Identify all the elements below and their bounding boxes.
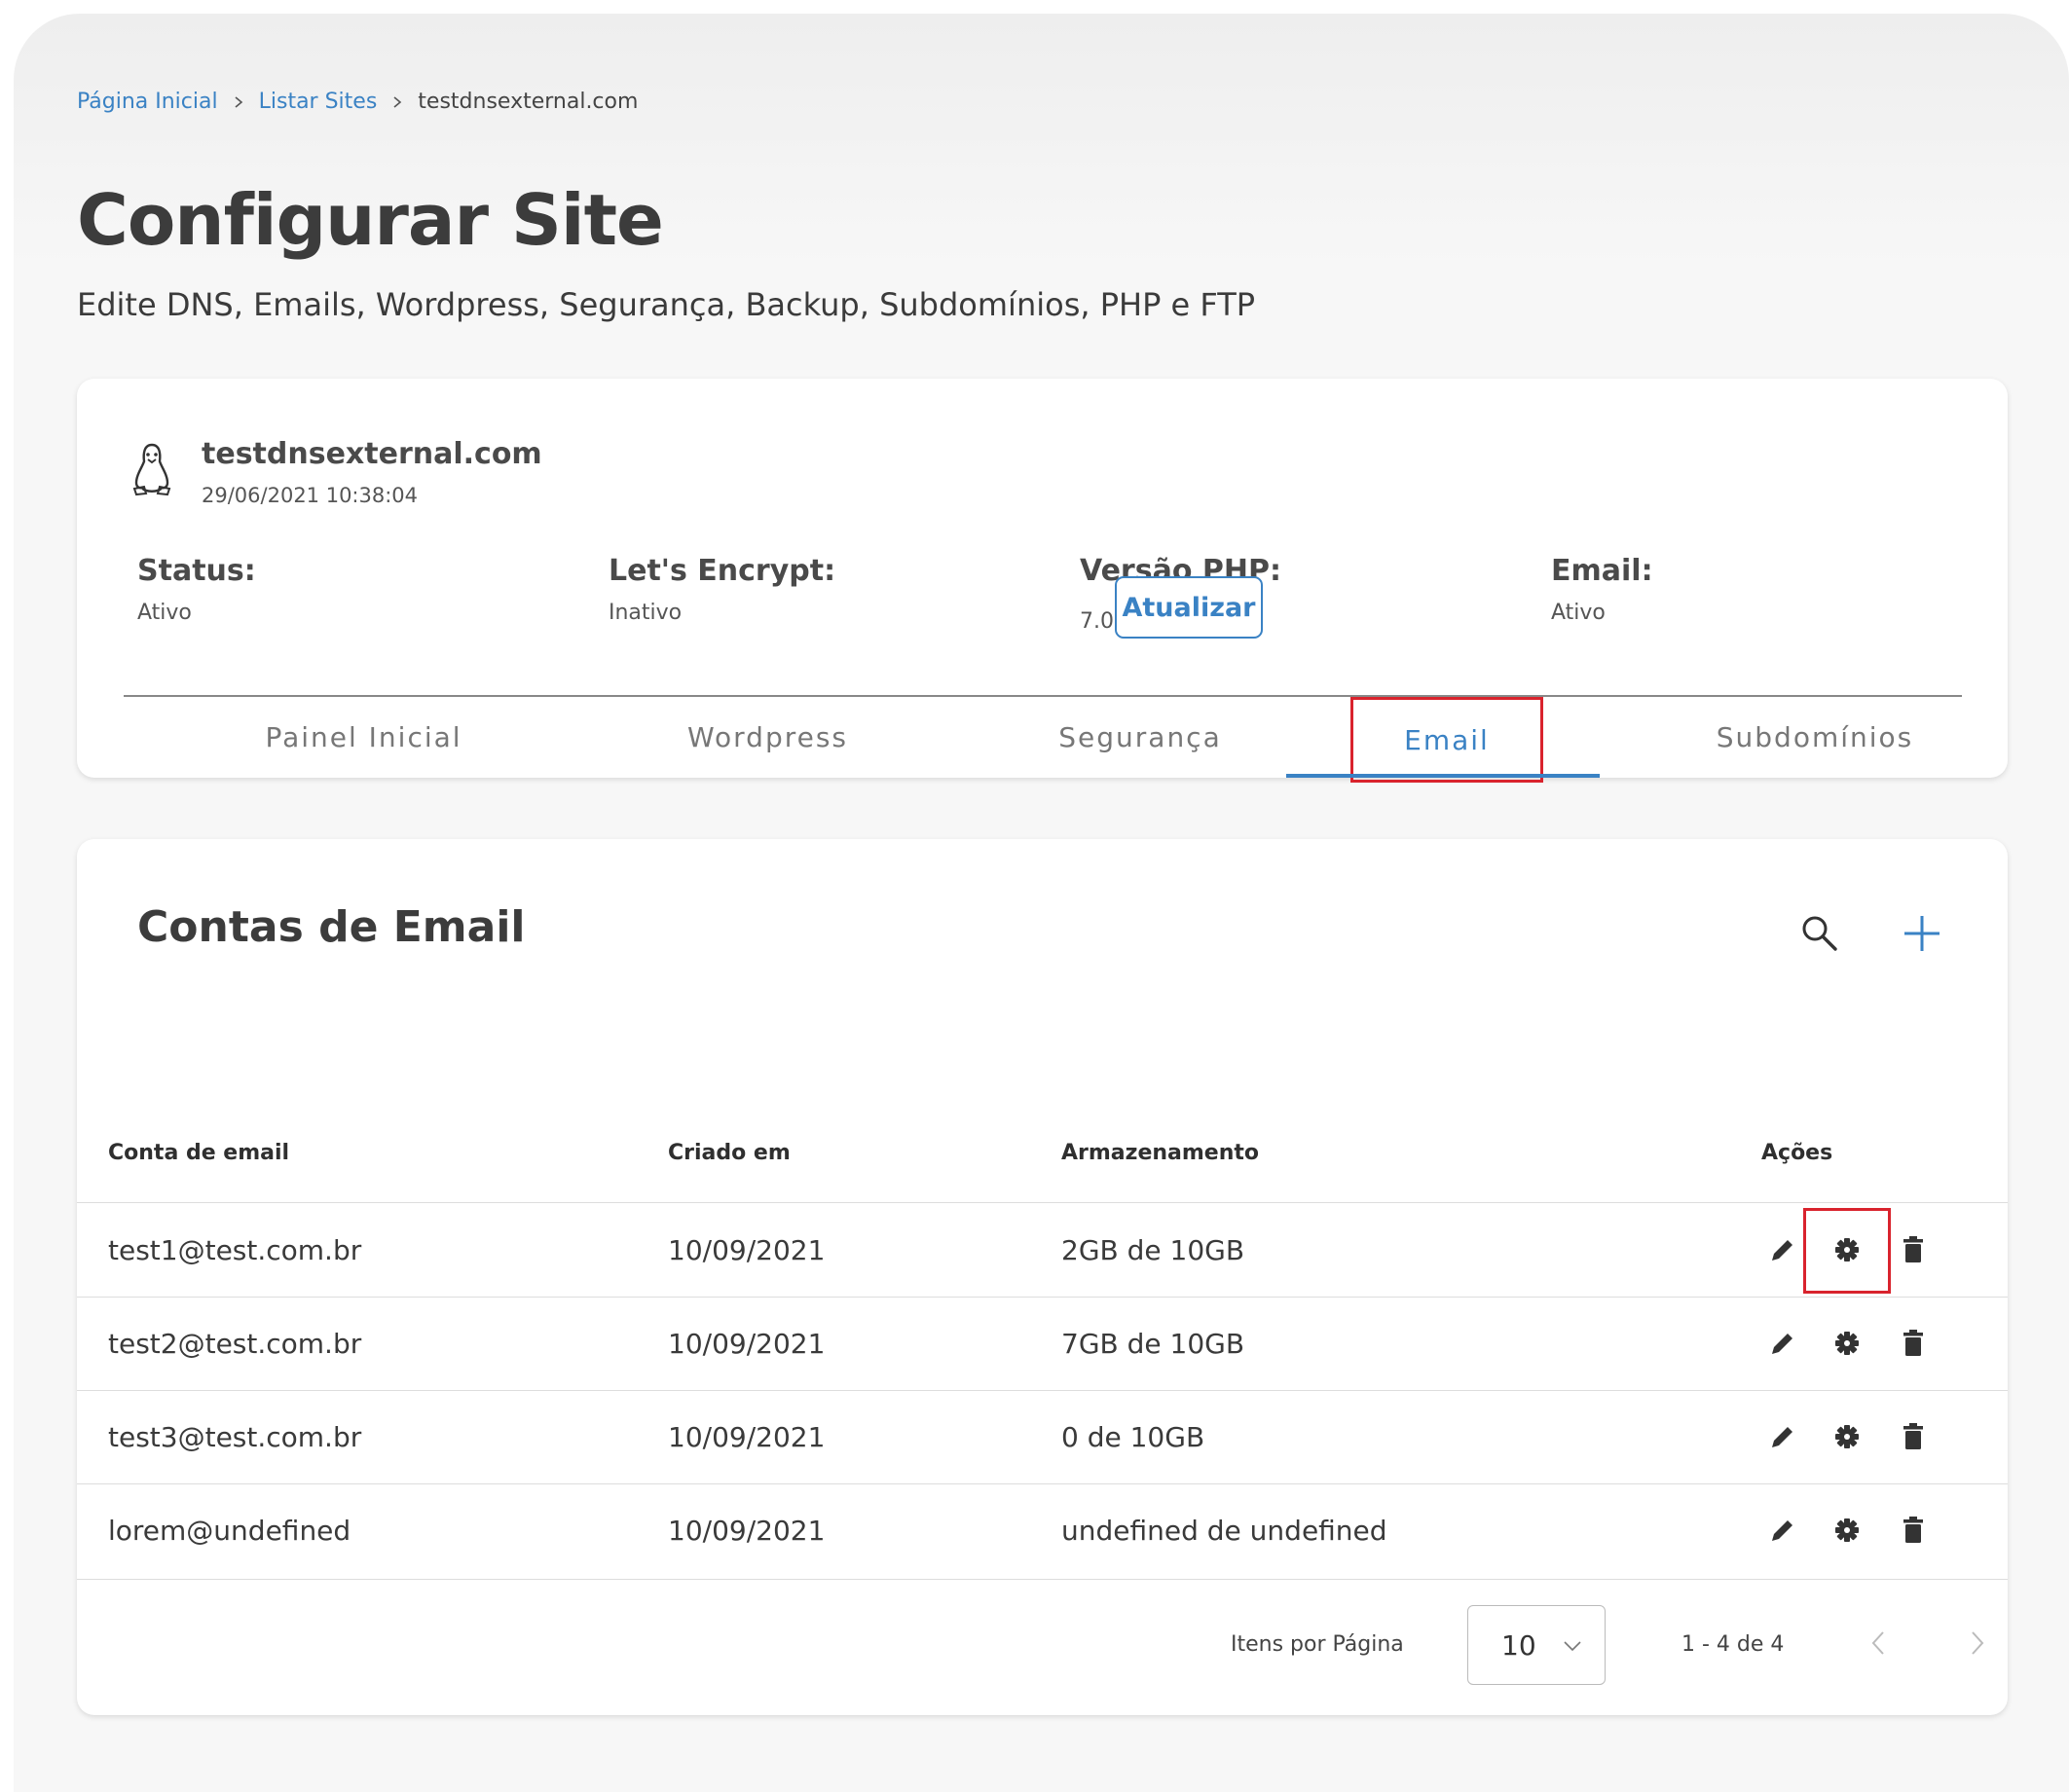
items-per-page-value: 10 (1501, 1629, 1536, 1662)
created-date-cell: 10/09/2021 (668, 1327, 826, 1360)
storage-cell: 2GB de 10GB (1061, 1233, 1245, 1266)
page-title: Configurar Site (77, 179, 664, 261)
row-divider (77, 1579, 2008, 1580)
trash-icon[interactable] (1898, 1421, 1929, 1452)
ssl-label: Let's Encrypt: (609, 554, 836, 588)
chevron-left-icon[interactable] (1865, 1628, 1894, 1658)
edit-pencil-icon[interactable] (1767, 1328, 1798, 1359)
table-row: lorem@undefined 10/09/2021 undefined de … (77, 1483, 2008, 1577)
php-update-button[interactable]: Atualizar (1115, 576, 1263, 639)
breadcrumb-current: testdnsexternal.com (418, 90, 639, 114)
page-background: Página Inicial Listar Sites testdnsexter… (14, 14, 2069, 1792)
gear-icon[interactable] (1831, 1515, 1863, 1546)
storage-cell: 7GB de 10GB (1061, 1327, 1245, 1360)
site-info-card: testdnsexternal.com 29/06/2021 10:38:04 … (77, 379, 2008, 783)
chevron-right-icon (235, 95, 242, 108)
email-accounts-card: Contas de Email Conta de email Criado em… (77, 839, 2008, 1715)
tab-wordpress[interactable]: Wordpress (590, 697, 945, 777)
tab-subdominios[interactable]: Subdomínios (1625, 697, 2005, 777)
email-account-cell: test1@test.com.br (108, 1233, 362, 1266)
gear-icon[interactable] (1831, 1234, 1863, 1265)
email-account-cell: lorem@undefined (108, 1514, 351, 1547)
edit-pencil-icon[interactable] (1767, 1515, 1798, 1546)
gear-icon[interactable] (1831, 1421, 1863, 1452)
table-row: test3@test.com.br 10/09/2021 0 de 10GB (77, 1390, 2008, 1483)
section-title: Contas de Email (137, 902, 526, 952)
breadcrumb: Página Inicial Listar Sites testdnsexter… (77, 90, 638, 114)
page-subtitle: Edite DNS, Emails, Wordpress, Segurança,… (77, 286, 1256, 323)
column-header-account: Conta de email (108, 1141, 290, 1165)
edit-pencil-icon[interactable] (1767, 1421, 1798, 1452)
tab-email[interactable]: Email (1350, 697, 1543, 783)
ssl-value: Inativo (609, 601, 683, 625)
linux-tux-icon (132, 443, 171, 496)
gear-icon[interactable] (1831, 1328, 1863, 1359)
email-account-cell: test2@test.com.br (108, 1327, 362, 1360)
storage-cell: 0 de 10GB (1061, 1420, 1205, 1453)
edit-pencil-icon[interactable] (1767, 1234, 1798, 1265)
trash-icon[interactable] (1898, 1515, 1929, 1546)
status-label: Status: (137, 554, 256, 588)
tab-seguranca[interactable]: Segurança (945, 697, 1335, 777)
site-name: testdnsexternal.com (202, 437, 542, 471)
breadcrumb-sites-link[interactable]: Listar Sites (259, 90, 378, 114)
php-version-value: 7.0 (1080, 609, 1114, 634)
add-icon[interactable] (1901, 912, 1943, 955)
email-status-label: Email: (1551, 554, 1653, 588)
chevron-down-icon (1564, 1641, 1581, 1652)
created-date-cell: 10/09/2021 (668, 1233, 826, 1266)
breadcrumb-home-link[interactable]: Página Inicial (77, 90, 218, 114)
chevron-right-icon (393, 95, 402, 108)
chevron-right-icon[interactable] (1962, 1628, 1991, 1658)
pagination-range: 1 - 4 de 4 (1681, 1632, 1785, 1657)
storage-cell: undefined de undefined (1061, 1514, 1387, 1547)
tab-painel-inicial[interactable]: Painel Inicial (137, 697, 590, 777)
email-account-cell: test3@test.com.br (108, 1420, 362, 1453)
email-status-value: Ativo (1551, 601, 1606, 625)
status-value: Ativo (137, 601, 192, 625)
search-icon[interactable] (1798, 912, 1841, 955)
trash-icon[interactable] (1898, 1328, 1929, 1359)
items-per-page-select[interactable]: 10 (1467, 1605, 1606, 1685)
active-tab-indicator (1286, 774, 1600, 778)
site-created-date: 29/06/2021 10:38:04 (202, 484, 419, 507)
column-header-actions: Ações (1761, 1141, 1833, 1165)
trash-icon[interactable] (1898, 1234, 1929, 1265)
created-date-cell: 10/09/2021 (668, 1420, 826, 1453)
column-header-storage: Armazenamento (1061, 1141, 1260, 1165)
items-per-page-label: Itens por Página (1231, 1632, 1404, 1657)
column-header-created: Criado em (668, 1141, 791, 1165)
table-row: test2@test.com.br 10/09/2021 7GB de 10GB (77, 1297, 2008, 1390)
created-date-cell: 10/09/2021 (668, 1514, 826, 1547)
table-row: test1@test.com.br 10/09/2021 2GB de 10GB (77, 1203, 2008, 1297)
